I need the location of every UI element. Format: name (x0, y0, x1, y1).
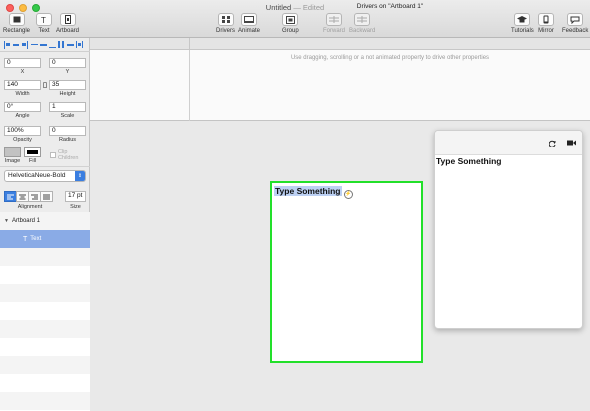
drivers-header-left (90, 38, 190, 49)
opacity-field[interactable]: 100% (4, 126, 41, 136)
artboard-icon (59, 13, 76, 26)
feedback-label: Feedback (562, 28, 589, 34)
drivers-hint: Use dragging, scrolling or a not animate… (290, 55, 490, 61)
tutorials-button[interactable]: Tutorials (511, 13, 534, 34)
radius-label: Radius (58, 137, 77, 143)
clip-children-label: Clip Children (57, 149, 79, 161)
radius-field[interactable]: 0 (49, 126, 86, 136)
rectangle-icon (8, 13, 25, 26)
align-right-icon[interactable] (21, 40, 29, 49)
send-backward-label: Backward (349, 28, 376, 34)
preview-toolbar (435, 131, 582, 155)
distribute-vertical-icon[interactable] (66, 40, 74, 49)
video-camera-icon[interactable] (567, 140, 576, 146)
rectangle-tool-button[interactable]: Rectangle (3, 13, 30, 34)
tutorials-label: Tutorials (511, 28, 534, 34)
artboard-tool-label: Artboard (56, 28, 80, 34)
bring-forward-label: Forward (323, 28, 346, 34)
bring-forward-icon (326, 13, 342, 26)
chevron-updown-icon: ⇕ (75, 171, 85, 181)
drivers-label: Drivers (216, 28, 235, 34)
scale-label: Scale (60, 113, 75, 119)
x-label: X (20, 69, 25, 75)
align-text-justify-button[interactable] (40, 191, 53, 202)
alignment-label: Alignment (17, 204, 43, 210)
speech-bubble-icon (567, 13, 584, 26)
align-distribute-toolbar (0, 38, 90, 52)
text-layer-icon: T (23, 235, 28, 243)
animate-button[interactable]: Animate (238, 13, 260, 34)
y-field[interactable]: 0 (49, 58, 86, 68)
size-label: Size (70, 204, 81, 210)
width-field[interactable]: 140 (4, 80, 41, 90)
angle-label: Angle (15, 113, 30, 119)
image-label: Image (4, 158, 21, 164)
fill-label: Fill (28, 158, 37, 164)
image-swatch[interactable] (4, 147, 21, 157)
feedback-button[interactable]: Feedback (562, 13, 588, 34)
mirror-button[interactable]: Mirror (538, 13, 554, 34)
group-icon (282, 13, 299, 26)
distribute-horizontal-icon[interactable] (57, 40, 65, 49)
width-label: Width (15, 91, 30, 97)
send-backward-icon (354, 13, 371, 26)
layer-label: Text (30, 236, 42, 242)
align-top-icon[interactable] (30, 40, 38, 49)
opacity-label: Opacity (13, 137, 32, 143)
font-family-value: HelveticaNeue-Bold (8, 172, 66, 179)
artboard[interactable]: Type Something (270, 181, 423, 363)
drivers-properties-list (90, 50, 190, 121)
scale-field[interactable]: 1 (49, 102, 86, 112)
text-tool-label: Text (38, 28, 50, 34)
send-backward-button[interactable]: Backward (349, 13, 375, 34)
clip-children-checkbox[interactable]: Clip Children (50, 149, 89, 161)
layers-list: ▼ Artboard 1 T Text (0, 212, 90, 411)
svg-text:T: T (41, 16, 46, 24)
lock-aspect-icon[interactable] (43, 82, 47, 88)
drivers-title: Drivers on "Artboard 1" (356, 3, 424, 10)
angle-field[interactable]: 0° (4, 102, 41, 112)
text-tool-button[interactable]: T Text (36, 13, 52, 34)
inspector-panel: 0 0 X Y 140 35 Width Height 0° 1 Angle S… (0, 38, 90, 411)
checkbox-icon (50, 152, 56, 158)
layer-label: Artboard 1 (11, 218, 40, 224)
text-alignment-control (4, 191, 53, 202)
layer-item-artboard[interactable]: ▼ Artboard 1 (0, 212, 90, 230)
artboard-tool-button[interactable]: Artboard (56, 13, 79, 34)
group-label: Group (282, 28, 299, 34)
rectangle-tool-label: Rectangle (3, 28, 31, 34)
phone-icon (538, 13, 554, 26)
mirror-label: Mirror (538, 28, 554, 34)
preview-text: Type Something (436, 156, 502, 166)
animate-icon (241, 13, 257, 26)
text-layer-selected[interactable]: Type Something (274, 186, 342, 196)
align-bottom-icon[interactable] (48, 40, 56, 49)
animate-label: Animate (238, 28, 261, 34)
height-label: Height (59, 91, 76, 97)
text-icon: T (36, 13, 52, 26)
drivers-header (90, 38, 590, 50)
graduation-cap-icon (514, 13, 531, 26)
align-middle-icon[interactable] (39, 40, 47, 49)
x-field[interactable]: 0 (4, 58, 41, 68)
disclosure-triangle-icon[interactable]: ▼ (4, 218, 9, 224)
drivers-icon (217, 13, 234, 26)
layer-item-text[interactable]: T Text (0, 230, 90, 248)
lightning-bolt-icon[interactable]: ⚡ (344, 190, 353, 199)
drivers-button[interactable]: Drivers (216, 13, 235, 34)
height-field[interactable]: 35 (49, 80, 86, 90)
preview-window: Type Something (434, 130, 583, 329)
font-family-select[interactable]: HelveticaNeue-Bold ⇕ (4, 170, 86, 182)
bring-forward-button[interactable]: Forward (323, 13, 345, 34)
fill-swatch[interactable] (24, 147, 41, 157)
divider (0, 166, 90, 167)
font-size-field[interactable]: 17 pt (65, 191, 86, 202)
align-center-h-icon[interactable] (12, 40, 20, 49)
y-label: Y (65, 69, 70, 75)
refresh-icon[interactable] (549, 140, 556, 147)
distribute-spacing-icon[interactable] (75, 40, 83, 49)
group-button[interactable]: Group (282, 13, 299, 34)
align-left-icon[interactable] (3, 40, 11, 49)
